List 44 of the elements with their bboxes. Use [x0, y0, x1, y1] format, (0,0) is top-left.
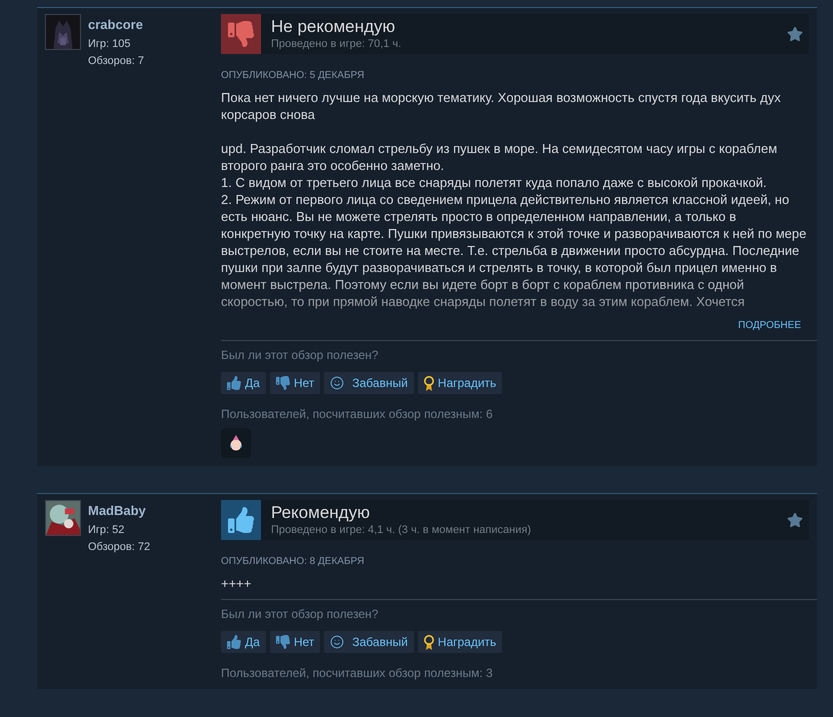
award-icon: [424, 376, 434, 390]
award-sticker[interactable]: [221, 428, 251, 458]
vote-button[interactable]: Забавный: [324, 631, 414, 653]
thumbs-down-icon: [228, 21, 254, 47]
review-text: ++++: [221, 575, 252, 592]
smile-icon: [330, 635, 344, 649]
reviews-count: Обзоров: 7: [88, 54, 144, 69]
games-count: Игр: 105: [88, 37, 132, 52]
posted-date: ОПУБЛИКОВАНО: 8 ДЕКАБРЯ: [221, 556, 366, 568]
thumbs-up-icon: [227, 376, 241, 390]
smile-icon: [330, 376, 344, 390]
vote-button[interactable]: Да: [221, 372, 266, 394]
helpful-count: Пользователей, посчитавших обзор полезным: 3: [221, 665, 494, 681]
posted-date: ОПУБЛИКОВАНО: 5 ДЕКАБРЯ: [221, 70, 366, 82]
party-hat-icon: [228, 435, 244, 451]
author-name[interactable]: crabcore: [88, 16, 144, 34]
vote-button[interactable]: Нет: [270, 372, 320, 394]
verdict-title: Не рекомендую: [271, 17, 396, 37]
read-more-link[interactable]: ПОДРОБНЕЕ: [738, 318, 801, 333]
playtime: Проведено в игре: 4,1 ч. (3 ч. в момент написания): [271, 523, 532, 537]
thumbs-down-icon: [276, 635, 290, 649]
helpful-question: Был ли этот обзор полезен?: [221, 606, 380, 622]
vote-button[interactable]: Наградить: [418, 372, 502, 394]
vote-button[interactable]: Да: [221, 631, 266, 653]
helpful-count: Пользователей, посчитавших обзор полезным: 6: [221, 406, 494, 422]
verdict-title: Рекомендую: [271, 503, 371, 523]
review-text: 2. Режим от первого лица со сведением прицела действительно является классной идеей, но есть нюанс. Вы не можете стрелять просто в определенном направлении, а только в конкретную точку на карте. Пушки привязываются к этой точке и разворачиваются к ней по мере выстрелов, если вы не стоите на месте. Т.е. стрельба в движении просто абсурдна. Последние пушки при залпе будут разворачиваться и стрелять в точку, в которой был прицел именно в момент выстрела. Поэтому если вы идете борт в борт с кораблем противника с одной скоростью, то при прямой наводке снаряды полетят в воду за этим кораблем. Хочется: [221, 191, 808, 310]
vote-button[interactable]: Нет: [270, 631, 320, 653]
thumbs-down-icon: [276, 376, 290, 390]
thumbs-up-icon: [228, 507, 254, 533]
games-count: Игр: 52: [88, 523, 126, 538]
vote-button[interactable]: Наградить: [418, 631, 502, 653]
star-icon[interactable]: [787, 512, 803, 528]
thumbs-up-icon: [227, 635, 241, 649]
award-icon: [424, 634, 434, 650]
review-text: 1. С видом от третьего лица все снаряды полетят куда попало даже с высокой прокачкой.: [221, 174, 768, 191]
reviews-count: Обзоров: 72: [88, 540, 150, 555]
helpful-question: Был ли этот обзор полезен?: [221, 347, 380, 363]
review-text: upd. Разработчик сломал стрельбу из пушек в море. На семидесятом часу игры с кораблем второго ранга это особенно заметно.: [221, 140, 778, 174]
star-icon[interactable]: [787, 26, 803, 42]
review-text: Пока нет ничего лучше на морскую тематику. Хорошая возможность спустя года вкусить дух корсаров снова: [221, 89, 782, 123]
playtime: Проведено в игре: 70,1 ч.: [271, 37, 402, 51]
author-name[interactable]: MadBaby: [88, 502, 150, 520]
vote-button[interactable]: Забавный: [324, 372, 414, 394]
